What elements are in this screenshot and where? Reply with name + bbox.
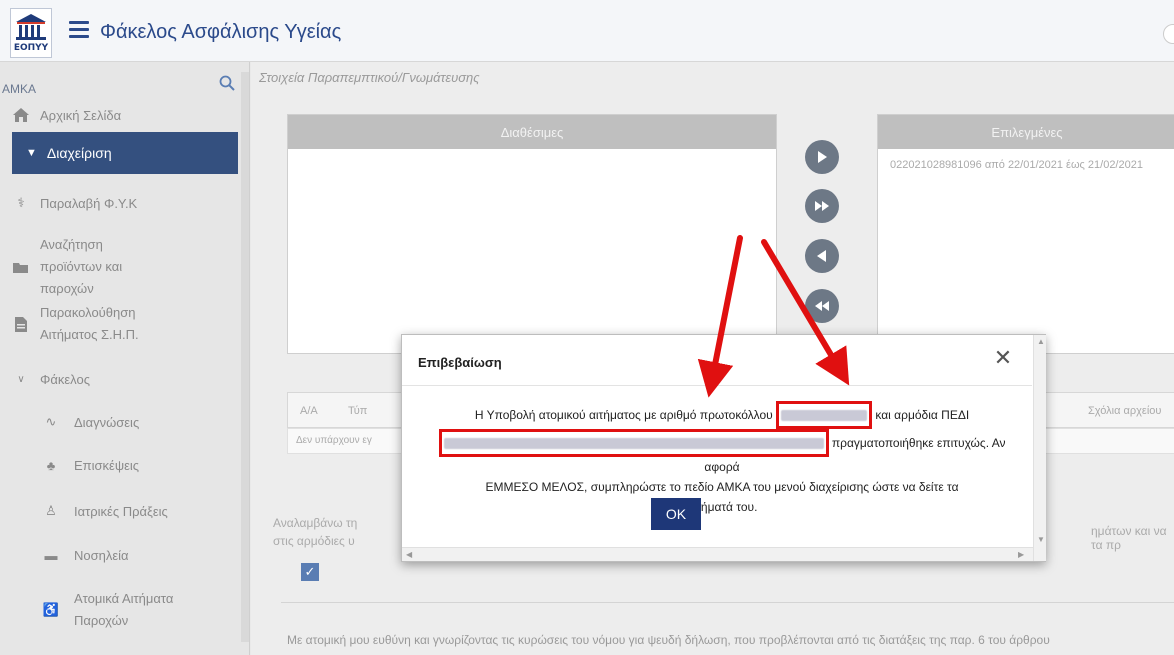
protocol-number-highlight (776, 401, 873, 429)
app-title: Φάκελος Ασφάλισης Υγείας (100, 21, 342, 43)
column-header-comments: Σχόλια αρχείου (1088, 405, 1162, 417)
selected-list-panel[interactable]: Επιλεγμένες 022021028981096 από 22/01/20… (877, 114, 1174, 354)
caduceus-icon: ⚕ (17, 195, 25, 210)
move-right-button[interactable] (805, 140, 839, 174)
wheelchair-icon: ♿ (42, 602, 60, 617)
sidebar: ΑΜΚΑ Αρχική Σελίδα ▼ Διαχείριση ⚕ Παραλα… (0, 62, 250, 655)
folder-open-icon (12, 258, 30, 276)
file-icon (12, 315, 30, 333)
sidebar-item-label: Ατομικά Αιτήματα Παροχών (74, 591, 174, 628)
legal-declaration-text: Με ατομική μου ευθύνη και γνωρίζοντας τι… (287, 633, 1050, 647)
sidebar-item-individual-requests[interactable]: ♿ Ατομικά Αιτήματα Παροχών (40, 588, 240, 632)
amka-search-label[interactable]: ΑΜΚΑ (2, 82, 36, 96)
hamburger-menu-icon[interactable] (69, 21, 89, 39)
move-all-left-button[interactable] (805, 289, 839, 323)
selected-list-header: Επιλεγμένες (878, 115, 1174, 149)
sidebar-item-label: Παραλαβή Φ.Υ.Κ (40, 195, 138, 211)
ok-button[interactable]: OK (651, 498, 701, 530)
sidebar-item-label: Αναζήτηση προϊόντων και παροχών (40, 237, 123, 296)
rewind-icon (815, 301, 829, 311)
sidebar-item-label: Διαγνώσεις (74, 414, 140, 430)
sidebar-item-fyk[interactable]: ⚕ Παραλαβή Φ.Υ.Κ (12, 194, 237, 212)
visit-icon: ♣ (46, 458, 56, 473)
declaration-line-2: στις αρμόδιες υ (273, 534, 355, 548)
sidebar-item-label: Νοσηλεία (74, 548, 129, 563)
user-avatar[interactable] (1163, 24, 1174, 44)
column-header-type: Τύπ (348, 405, 368, 417)
sidebar-item-label: Ιατρικές Πράξεις (74, 503, 168, 519)
declaration-line-1: Αναλαμβάνω τη (273, 516, 358, 530)
sidebar-item-label: Διαχείριση (46, 145, 112, 161)
back-icon (817, 250, 826, 262)
logo-text: ΕΟΠΥΥ (13, 43, 49, 53)
pedi-name-highlight (438, 429, 829, 457)
eopyy-logo[interactable]: ΕΟΠΥΥ (10, 8, 52, 58)
scroll-up-icon[interactable]: ▲ (1037, 337, 1045, 346)
sidebar-item-tracking[interactable]: Παρακολούθηση Αιτήματος Σ.Η.Π. (12, 302, 172, 346)
sidebar-item-visits[interactable]: ♣ Επισκέψεις (40, 458, 240, 473)
declaration-text: Αναλαμβάνω τη στις αρμόδιες υ (273, 514, 413, 550)
selected-list-item[interactable]: 022021028981096 από 22/01/2021 έως 21/02… (878, 149, 1174, 181)
scroll-down-icon[interactable]: ▼ (1037, 535, 1045, 544)
section-title: Στοιχεία Παραπεμπτικού/Γνωμάτευσης (259, 70, 480, 85)
top-bar: ΕΟΠΥΥ Φάκελος Ασφάλισης Υγείας (0, 0, 1174, 62)
temple-logo-icon (16, 14, 46, 40)
play-icon (818, 151, 827, 163)
chevron-down-icon: ∨ (17, 373, 25, 385)
medical-act-icon: ♙ (45, 503, 57, 518)
home-icon (12, 106, 30, 124)
sidebar-item-label: Αρχική Σελίδα (40, 107, 122, 123)
message-part-2: και αρμόδια ΠΕΔΙ (875, 408, 970, 422)
column-header-aa: Α/Α (300, 405, 318, 417)
dialog-message: Η Υποβολή ατομικού αιτήματος με αριθμό π… (422, 401, 1022, 517)
declaration-checkbox[interactable]: ✓ (301, 563, 319, 581)
sidebar-item-products[interactable]: Αναζήτηση προϊόντων και παροχών (12, 234, 172, 300)
scroll-right-icon[interactable]: ▶ (1018, 550, 1024, 559)
dialog-title: Επιβεβαίωση (418, 355, 502, 370)
sidebar-item-label: Παρακολούθηση Αιτήματος Σ.Η.Π. (40, 305, 139, 342)
sidebar-item-label: Φάκελος (40, 371, 90, 387)
dialog-divider (402, 385, 1032, 386)
available-list-header: Διαθέσιμες (288, 115, 776, 149)
redacted-pedi-name (443, 438, 824, 450)
chevron-down-icon: ▼ (26, 147, 37, 159)
move-left-button[interactable] (805, 239, 839, 273)
fast-forward-icon (815, 201, 829, 211)
dialog-horizontal-scrollbar[interactable]: ◀ ▶ (402, 547, 1033, 561)
sidebar-item-diagnoses[interactable]: ∿ Διαγνώσεις (40, 414, 240, 430)
sidebar-item-label: Επισκέψεις (74, 458, 140, 473)
search-icon[interactable] (219, 75, 235, 91)
message-part-4: ΕΜΜΕΣΟ ΜΕΛΟΣ, συμπληρώστε το πεδίο ΑΜΚΑ … (485, 480, 959, 494)
message-part-1: Η Υποβολή ατομικού αιτήματος με αριθμό π… (474, 408, 773, 422)
move-all-right-button[interactable] (805, 189, 839, 223)
sidebar-section-management[interactable]: ▼ Διαχείριση (12, 132, 238, 174)
sidebar-item-hospitalization[interactable]: ▬ Νοσηλεία (40, 548, 240, 563)
divider (281, 602, 1174, 603)
scroll-left-icon[interactable]: ◀ (406, 550, 412, 559)
bed-icon: ▬ (44, 548, 58, 563)
redacted-protocol-number (781, 410, 868, 422)
confirmation-dialog: Επιβεβαίωση ✕ Η Υποβολή ατομικού αιτήματ… (401, 334, 1046, 562)
dialog-vertical-scrollbar[interactable]: ▲ ▼ (1033, 335, 1046, 561)
sidebar-scrollbar[interactable] (241, 72, 249, 642)
sidebar-group-folder[interactable]: ∨ Φάκελος (12, 370, 237, 388)
sidebar-item-home[interactable]: Αρχική Σελίδα (12, 106, 237, 124)
declaration-text-right: ημάτων και να τα πρ (1091, 524, 1167, 552)
sidebar-item-medical-acts[interactable]: ♙ Ιατρικές Πράξεις (40, 503, 240, 519)
close-icon[interactable]: ✕ (990, 345, 1016, 371)
available-list-panel[interactable]: Διαθέσιμες (287, 114, 777, 354)
heartbeat-icon: ∿ (45, 414, 57, 429)
